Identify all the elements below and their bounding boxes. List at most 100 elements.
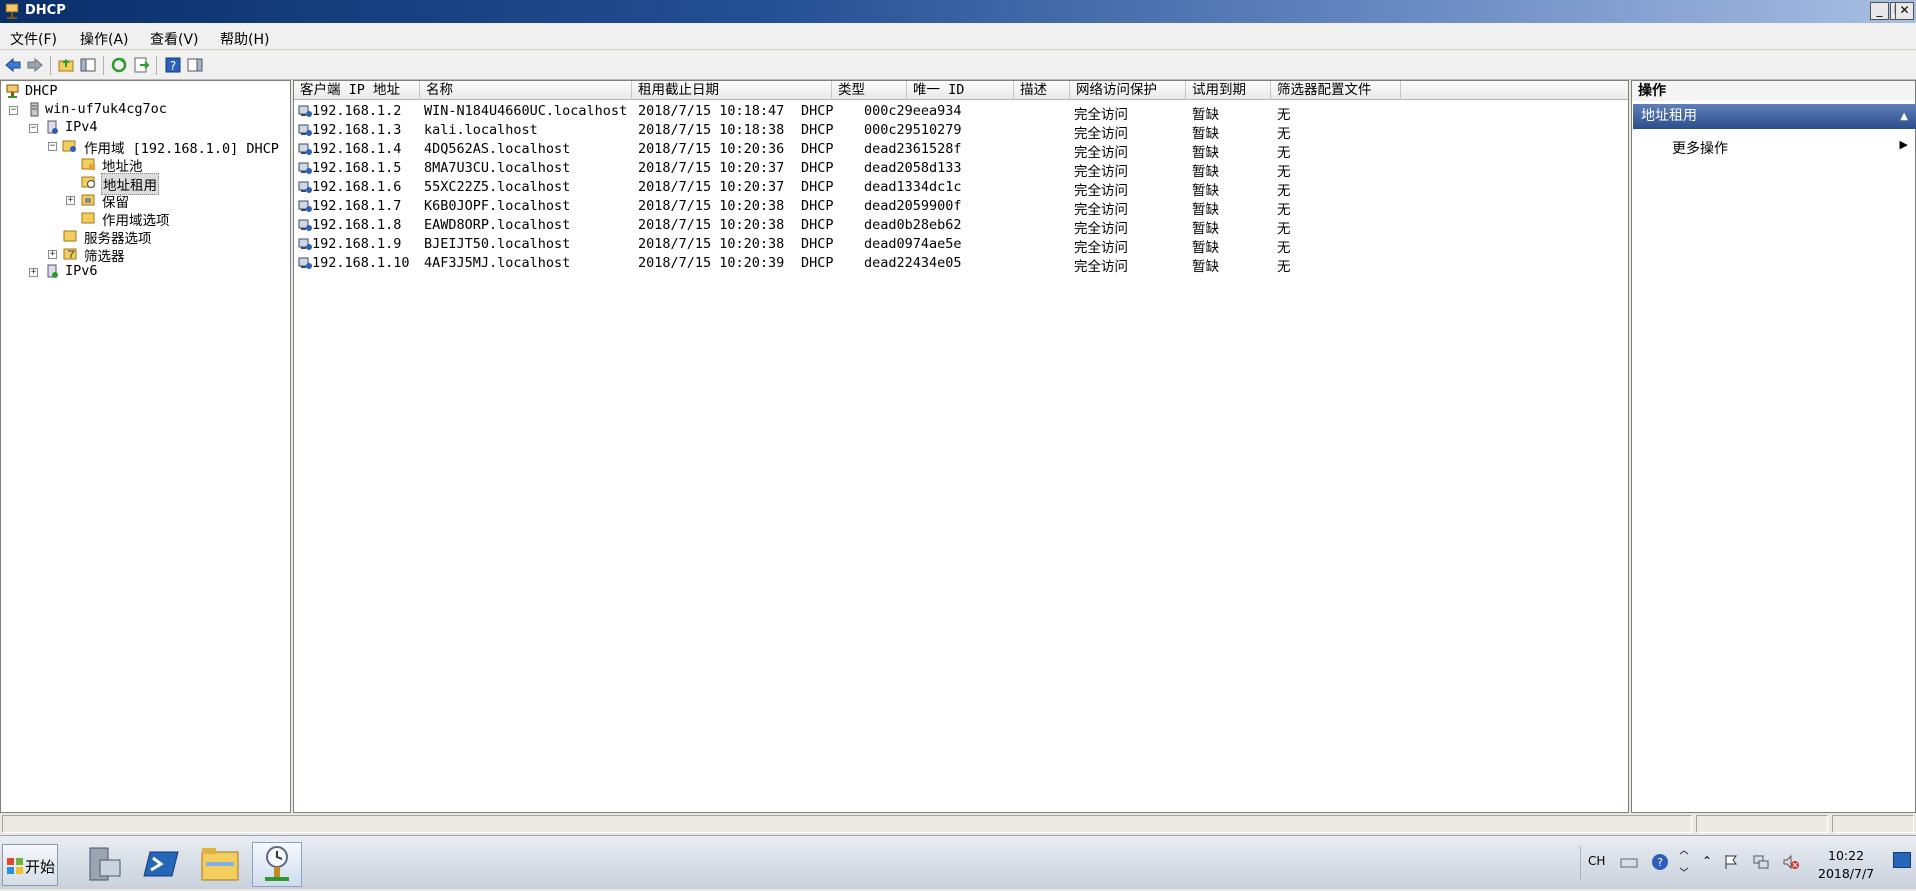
row-type: DHCP: [801, 160, 834, 176]
tree-node-reservations[interactable]: + 保留: [66, 191, 206, 211]
start-button[interactable]: 开始: [2, 844, 58, 886]
collapse-up-icon[interactable]: ▲: [1900, 104, 1908, 129]
menu-help[interactable]: 帮助(H): [220, 29, 269, 49]
col-nap[interactable]: 网络访问保护: [1070, 81, 1186, 100]
forward-arrow-icon[interactable]: [26, 56, 44, 74]
row-unique-id: dead1334dc1c: [864, 179, 962, 195]
network-icon[interactable]: [1752, 853, 1770, 871]
collapse-icon[interactable]: −: [9, 106, 18, 115]
table-row[interactable]: 192.168.1.7 K6B0JOPF.localhost 2018/7/15 1…: [294, 197, 1628, 218]
taskbar-server-manager[interactable]: [82, 842, 132, 887]
row-unique-id: dead2058d133: [864, 160, 962, 176]
tree-label-server: win-uf7uk4cg7oc: [45, 101, 167, 117]
clock-time[interactable]: 10:22: [1828, 848, 1864, 863]
taskbar-dhcp-active[interactable]: [252, 842, 302, 887]
show-desktop-button[interactable]: [1893, 852, 1911, 868]
ime-options-icon[interactable]: [1678, 850, 1690, 874]
tree-label-address-pool: 地址池: [102, 159, 143, 175]
console-tree: DHCP − win-uf7uk4cg7oc − IPv4 − 作用域 [192…: [0, 80, 291, 813]
row-type: DHCP: [801, 179, 834, 195]
show-action-pane-icon[interactable]: [186, 56, 204, 74]
export-list-icon[interactable]: [132, 56, 150, 74]
up-folder-icon[interactable]: [57, 56, 75, 74]
submenu-arrow-icon: ▶: [1899, 138, 1908, 151]
show-hidden-icons-icon[interactable]: ⌃: [1702, 854, 1712, 868]
menu-bar: 文件(F) 操作(A) 查看(V) 帮助(H): [0, 23, 1916, 50]
scope-folder-icon: [62, 140, 76, 152]
row-probation: 暂缺: [1192, 126, 1219, 142]
tree-node-ipv6[interactable]: + IPv6: [29, 263, 169, 281]
table-row[interactable]: 192.168.1.10 4AF3J5MJ.localhost 2018/7/15 …: [294, 254, 1628, 275]
expand-icon[interactable]: +: [48, 250, 57, 259]
table-row[interactable]: 192.168.1.8 EAWD8ORP.localhost 2018/7/15 1…: [294, 216, 1628, 237]
tree-node-dhcp[interactable]: DHCP: [5, 83, 285, 101]
table-row[interactable]: 192.168.1.3 kali.localhost 2018/7/15 10:18…: [294, 121, 1628, 142]
more-actions-item[interactable]: 更多操作 ▶: [1672, 138, 1912, 158]
table-row[interactable]: 192.168.1.5 8MA7U3CU.localhost 2018/7/15 1…: [294, 159, 1628, 180]
row-lease-expiration: 2018/7/15 10:20:37: [638, 160, 785, 176]
close-button[interactable]: ✕: [1895, 2, 1914, 20]
menu-action[interactable]: 操作(A): [80, 29, 129, 49]
table-row[interactable]: 192.168.1.2 WIN-N184U4660UC.localhost 2018…: [294, 102, 1628, 123]
menu-view[interactable]: 查看(V): [150, 29, 199, 49]
row-unique-id: 000c29eea934: [864, 103, 962, 119]
folder-icon: [201, 848, 239, 881]
refresh-icon[interactable]: [110, 56, 128, 74]
lease-computer-icon: [298, 238, 312, 250]
row-lease-expiration: 2018/7/15 10:20:39: [638, 255, 785, 271]
table-row[interactable]: 192.168.1.9 BJEIJT50.localhost 2018/7/15 1…: [294, 235, 1628, 256]
expand-icon[interactable]: +: [29, 268, 38, 277]
col-type[interactable]: 类型: [832, 81, 907, 100]
taskbar-powershell[interactable]: [140, 842, 190, 887]
actions-title: 操作: [1632, 81, 1915, 101]
language-indicator[interactable]: CH: [1588, 854, 1605, 868]
tree-node-address-leases[interactable]: 地址租用: [81, 173, 201, 195]
col-name[interactable]: 名称: [420, 81, 632, 100]
tree-node-ipv4[interactable]: − IPv4: [29, 119, 289, 137]
row-name: WIN-N184U4660UC.localhost: [424, 103, 628, 119]
server-manager-icon: [89, 847, 121, 881]
action-center-flag-icon[interactable]: [1722, 853, 1740, 871]
col-lease-expiration[interactable]: 租用截止日期: [632, 81, 832, 100]
tree-label-ipv4: IPv4: [65, 119, 98, 135]
actions-section-address-leases[interactable]: 地址租用 ▲: [1633, 104, 1916, 129]
minimize-button[interactable]: _: [1870, 2, 1889, 20]
help-icon[interactable]: ?: [164, 56, 182, 74]
row-type: DHCP: [801, 141, 834, 157]
back-arrow-icon[interactable]: [4, 56, 22, 74]
expand-icon[interactable]: +: [66, 196, 75, 205]
tree-label-dhcp: DHCP: [25, 83, 58, 99]
collapse-icon[interactable]: −: [29, 124, 38, 133]
col-description[interactable]: 描述: [1014, 81, 1070, 100]
clock-date[interactable]: 2018/7/7: [1818, 866, 1874, 881]
col-probation[interactable]: 试用到期: [1186, 81, 1271, 100]
tree-node-scope-options[interactable]: 作用域选项: [81, 209, 221, 229]
col-filter-profile[interactable]: 筛选器配置文件: [1271, 81, 1401, 100]
tree-node-address-pool[interactable]: 地址池: [81, 155, 201, 175]
lease-computer-icon: [298, 181, 312, 193]
table-row[interactable]: 192.168.1.6 55XC22Z5.localhost 2018/7/15 1…: [294, 178, 1628, 199]
row-client-ip: 192.168.1.9: [312, 236, 402, 252]
row-probation: 暂缺: [1192, 259, 1219, 275]
taskbar-explorer[interactable]: [198, 842, 248, 887]
lease-computer-icon: [298, 200, 312, 212]
tree-node-filters[interactable]: + 筛选器: [48, 245, 188, 265]
show-hide-tree-icon[interactable]: [79, 56, 97, 74]
tree-label-reservations: 保留: [102, 195, 129, 211]
dhcp-taskbar-icon: [265, 846, 289, 881]
row-name: 8MA7U3CU.localhost: [424, 160, 571, 176]
col-unique-id[interactable]: 唯一 ID: [907, 81, 1014, 100]
lease-computer-icon: [298, 124, 312, 136]
col-client-ip[interactable]: 客户端 IP 地址: [294, 81, 420, 100]
powershell-icon: [143, 851, 179, 877]
table-row[interactable]: 192.168.1.4 4DQ562AS.localhost 2018/7/15 1…: [294, 140, 1628, 161]
tree-node-server-options[interactable]: 服务器选项: [63, 227, 203, 247]
collapse-icon[interactable]: −: [48, 142, 57, 151]
volume-muted-icon[interactable]: [1782, 853, 1800, 871]
tree-node-scope[interactable]: − 作用域 [192.168.1.0] DHCP: [48, 137, 288, 157]
menu-file[interactable]: 文件(F): [10, 29, 57, 49]
tree-node-server[interactable]: − win-uf7uk4cg7oc: [9, 101, 289, 119]
help-circle-icon[interactable]: ?: [1651, 853, 1669, 871]
tree-label-filters: 筛选器: [84, 249, 125, 265]
keyboard-icon[interactable]: [1620, 853, 1638, 871]
